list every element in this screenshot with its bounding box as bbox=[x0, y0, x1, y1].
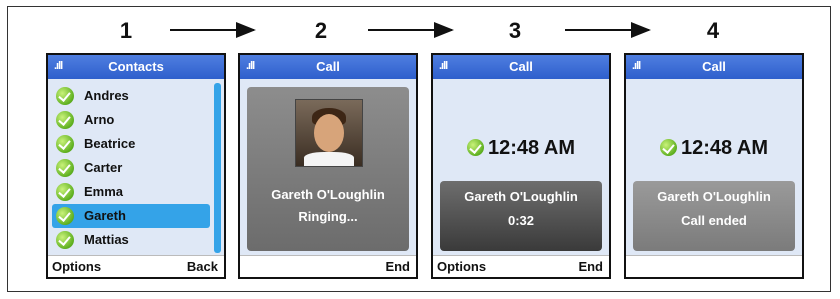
presence-online-icon bbox=[466, 139, 484, 156]
presence-online-icon bbox=[56, 135, 74, 153]
arrow-3-4 bbox=[565, 22, 651, 38]
step-header: 1 2 3 4 bbox=[0, 0, 840, 50]
presence-online-icon bbox=[56, 159, 74, 177]
softkey-bar: End bbox=[240, 255, 416, 277]
caller-name: Gareth O'Loughlin bbox=[271, 187, 385, 202]
contact-item[interactable]: Arno bbox=[52, 108, 212, 132]
presence-online-icon bbox=[56, 231, 74, 249]
contact-item[interactable]: Mattias bbox=[52, 228, 212, 252]
presence-online-icon bbox=[56, 111, 74, 129]
call-status: Ringing... bbox=[298, 209, 358, 224]
contact-item-selected[interactable]: Gareth bbox=[52, 204, 210, 228]
titlebar: .ıll Contacts bbox=[48, 55, 224, 79]
presence-online-icon bbox=[56, 183, 74, 201]
call-duration: 0:32 bbox=[507, 213, 535, 228]
softkey-bar: Options End bbox=[433, 255, 609, 277]
step-number-1: 1 bbox=[119, 18, 133, 43]
step-number-3: 3 bbox=[508, 18, 522, 43]
contact-name: Gareth bbox=[84, 208, 126, 223]
contact-list: Andres Arno Beatrice Carter Emma Gareth … bbox=[52, 84, 212, 252]
call-time: 12:48 AM bbox=[433, 137, 609, 160]
scrollbar[interactable] bbox=[214, 83, 221, 253]
screen-title: Contacts bbox=[108, 59, 164, 74]
titlebar: .ıll Call bbox=[626, 55, 802, 79]
titlebar: .ıll Call bbox=[240, 55, 416, 79]
step-number-2: 2 bbox=[314, 18, 328, 43]
presence-online-icon bbox=[56, 207, 74, 225]
call-card: Gareth O'Loughlin 0:32 bbox=[440, 181, 602, 251]
screen-title: Call bbox=[316, 59, 340, 74]
options-softkey[interactable]: Options bbox=[52, 259, 101, 274]
softkey-bar: Options Back bbox=[48, 255, 224, 277]
time-text: 12:48 AM bbox=[680, 137, 769, 160]
titlebar: .ıll Call bbox=[433, 55, 609, 79]
end-softkey[interactable]: End bbox=[578, 259, 603, 274]
phone-screen-call-ended: .ıll Call 12:48 AM Gareth O'Loughlin Cal… bbox=[624, 53, 804, 279]
contact-item[interactable]: Beatrice bbox=[52, 132, 212, 156]
softkey-bar bbox=[626, 255, 802, 277]
presence-online-icon bbox=[659, 139, 677, 156]
caller-name: Gareth O'Loughlin bbox=[657, 189, 771, 204]
arrow-2-3 bbox=[368, 22, 454, 38]
caller-photo bbox=[295, 99, 363, 167]
call-time: 12:48 AM bbox=[626, 137, 802, 160]
call-card: Gareth O'Loughlin Ringing... bbox=[247, 87, 409, 251]
arrow-1-2 bbox=[170, 22, 256, 38]
contact-name: Arno bbox=[84, 112, 115, 127]
presence-online-icon bbox=[56, 87, 74, 105]
phone-screen-ringing: .ıll Call Gareth O'Loughlin Ringing... E… bbox=[238, 53, 418, 279]
caller-name: Gareth O'Loughlin bbox=[464, 189, 578, 204]
contact-item[interactable]: Emma bbox=[52, 180, 212, 204]
end-softkey[interactable]: End bbox=[385, 259, 410, 274]
screen-title: Call bbox=[702, 59, 726, 74]
step-number-4: 4 bbox=[706, 18, 720, 43]
contact-name: Andres bbox=[84, 88, 129, 103]
contact-name: Mattias bbox=[84, 232, 129, 247]
call-card: Gareth O'Loughlin Call ended bbox=[633, 181, 795, 251]
time-text: 12:48 AM bbox=[487, 137, 576, 160]
options-softkey[interactable]: Options bbox=[437, 259, 486, 274]
contact-item[interactable]: Carter bbox=[52, 156, 212, 180]
back-softkey[interactable]: Back bbox=[187, 259, 218, 274]
screen-title: Call bbox=[509, 59, 533, 74]
phone-screen-contacts: .ıll Contacts Andres Arno Beatrice Carte… bbox=[46, 53, 226, 279]
contact-name: Beatrice bbox=[84, 136, 136, 151]
phone-screen-in-call: .ıll Call 12:48 AM Gareth O'Loughlin 0:3… bbox=[431, 53, 611, 279]
call-status: Call ended bbox=[681, 213, 747, 228]
contact-name: Emma bbox=[84, 184, 124, 199]
contact-name: Carter bbox=[84, 160, 123, 175]
contact-item[interactable]: Andres bbox=[52, 84, 212, 108]
